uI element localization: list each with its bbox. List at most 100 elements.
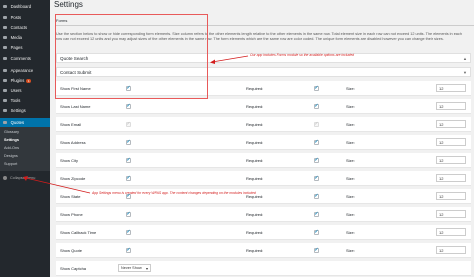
comments-icon: [3, 56, 7, 61]
submenu-item-settings[interactable]: Settings: [4, 138, 19, 142]
size-label: Size:: [346, 194, 355, 199]
required-label: Required:: [246, 212, 264, 217]
sidebar-item-settings[interactable]: Settings: [0, 106, 50, 115]
size-input[interactable]: 12: [436, 84, 466, 92]
admin-sidebar: Dashboard Posts Contacts Media Pages Comments…: [0, 0, 50, 277]
submenu-item-support[interactable]: Support: [4, 162, 17, 166]
sidebar-item-tools[interactable]: Tools: [0, 96, 50, 105]
form-description: Use the section below to show or hide co…: [56, 32, 462, 41]
pages-icon: [3, 45, 7, 50]
sidebar-item-label: Dashboard: [10, 4, 32, 9]
quotes-icon: [3, 120, 7, 125]
required-label: Required:: [246, 86, 264, 91]
sidebar-item-dashboard[interactable]: Dashboard: [0, 2, 50, 11]
required-checkbox[interactable]: [314, 176, 319, 181]
sidebar-item-label: Media: [10, 35, 22, 40]
show-checkbox[interactable]: [126, 158, 131, 163]
submenu-item-add-ons[interactable]: Add-Ons: [4, 146, 19, 150]
annotation-settings-note: App Settings menu is created for every W…: [92, 191, 256, 195]
sidebar-item-media[interactable]: Media: [0, 33, 50, 42]
annotation-arrow-icon: [23, 176, 91, 194]
show-checkbox[interactable]: [126, 230, 131, 235]
sidebar-item-quotes[interactable]: Quotes: [0, 118, 50, 127]
tab-forms[interactable]: Forms: [56, 18, 67, 23]
required-label: Required:: [246, 230, 264, 235]
required-checkbox[interactable]: [314, 212, 319, 217]
required-checkbox[interactable]: [314, 248, 319, 253]
update-count-badge: 1: [26, 78, 31, 83]
required-checkbox[interactable]: [314, 158, 319, 163]
submenu-item-designs[interactable]: Designs: [4, 154, 18, 158]
sidebar-item-comments[interactable]: Comments: [0, 54, 50, 63]
settings-icon: [3, 108, 7, 113]
required-checkbox[interactable]: [314, 140, 319, 145]
main-content: Settings Forms Use the section below to …: [50, 0, 474, 277]
required-checkbox[interactable]: [314, 194, 319, 199]
accordion-title: Contact Submit: [60, 69, 92, 75]
plugins-icon: [3, 78, 7, 83]
chevron-up-icon: ▲: [463, 56, 467, 61]
show-checkbox[interactable]: [126, 140, 131, 145]
annotation-arrow-icon: [210, 55, 249, 64]
appearance-icon: [3, 68, 7, 73]
sidebar-item-posts[interactable]: Posts: [0, 13, 50, 22]
size-label: Size:: [346, 176, 355, 181]
users-icon: [3, 88, 7, 93]
size-label: Size:: [346, 140, 355, 145]
show-checkbox[interactable]: [126, 86, 131, 91]
table-row: Show Quote Required: Size: 12: [56, 243, 471, 258]
size-input[interactable]: 12: [436, 246, 466, 254]
captcha-select[interactable]: Never Show: [118, 264, 151, 273]
size-input[interactable]: 12: [436, 192, 466, 200]
page-title: Settings: [54, 0, 83, 9]
required-label: Required:: [246, 248, 264, 253]
sidebar-item-label: Users: [10, 88, 22, 93]
size-label: Size:: [346, 248, 355, 253]
collapse-icon: [3, 176, 7, 180]
posts-icon: [3, 15, 7, 20]
required-checkbox[interactable]: [314, 122, 319, 127]
chevron-down-icon: ▼: [463, 70, 467, 75]
required-checkbox[interactable]: [314, 230, 319, 235]
show-checkbox[interactable]: [126, 104, 131, 109]
accordion-title: Quote Search: [60, 55, 89, 61]
show-checkbox[interactable]: [126, 122, 131, 127]
required-checkbox[interactable]: [314, 86, 319, 91]
table-row: Show ZipcodeRequired:Size:12: [56, 171, 471, 186]
accordion-contact-submit[interactable]: Contact Submit ▼: [56, 67, 471, 77]
table-row: Show Email Required: Size: 12: [56, 117, 471, 132]
sidebar-item-label: Pages: [10, 45, 23, 50]
required-label: Required:: [246, 122, 264, 127]
table-row: Show First Name Required: Size: 12: [56, 81, 471, 96]
required-label: Required:: [246, 140, 264, 145]
size-label: Size:: [346, 86, 355, 91]
show-checkbox[interactable]: [126, 212, 131, 217]
size-input[interactable]: 12: [436, 174, 466, 182]
row-label: Show Quote: [60, 248, 83, 253]
sidebar-item-label: Plugins: [10, 78, 25, 83]
sidebar-item-contacts[interactable]: Contacts: [0, 23, 50, 32]
quotes-submenu: Glossary Settings Add-Ons Designs Suppor…: [0, 127, 50, 171]
submenu-item-glossary[interactable]: Glossary: [4, 130, 19, 134]
size-input[interactable]: 12: [436, 228, 466, 236]
size-input[interactable]: 12: [436, 210, 466, 218]
show-checkbox[interactable]: [126, 248, 131, 253]
table-row: Show Phone Required: Size: 12: [56, 207, 471, 222]
size-label: Size:: [346, 212, 355, 217]
show-checkbox[interactable]: [126, 176, 131, 181]
sidebar-item-appearance[interactable]: Appearance: [0, 66, 50, 75]
size-input[interactable]: 12: [436, 102, 466, 110]
row-label: Show Email: [60, 122, 82, 127]
sidebar-item-pages[interactable]: Pages: [0, 43, 50, 52]
sidebar-item-users[interactable]: Users: [0, 86, 50, 95]
sidebar-item-plugins[interactable]: Plugins 1: [0, 76, 50, 85]
required-checkbox[interactable]: [314, 104, 319, 109]
size-input[interactable]: 12: [436, 120, 466, 128]
dashboard-icon: [3, 4, 7, 9]
size-input[interactable]: 12: [436, 138, 466, 146]
size-label: Size:: [346, 122, 355, 127]
size-input[interactable]: 12: [436, 156, 466, 164]
required-label: Required:: [246, 104, 264, 109]
size-label: Size:: [346, 104, 355, 109]
required-label: Required:: [246, 158, 264, 163]
